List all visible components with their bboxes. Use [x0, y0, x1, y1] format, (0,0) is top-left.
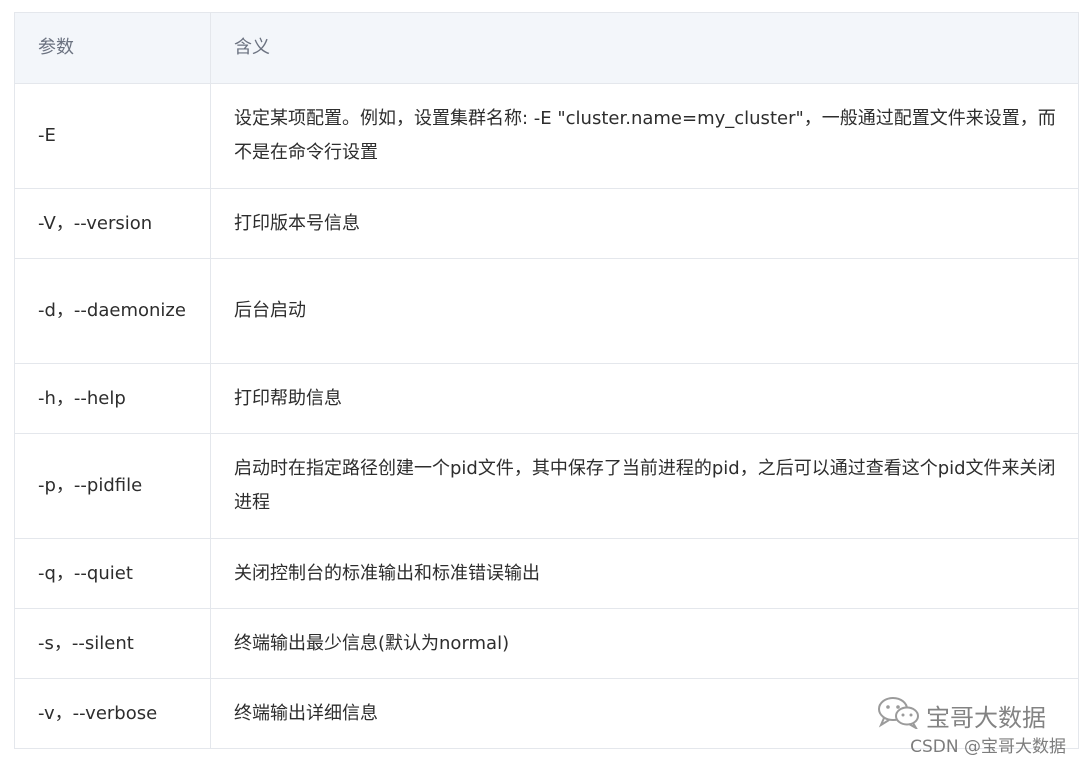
- param-cell: -q，--quiet: [14, 538, 211, 609]
- param-cell: -v，--verbose: [14, 678, 211, 749]
- wechat-icon: [876, 695, 926, 735]
- table-row: -V，--version 打印版本号信息: [14, 188, 1079, 259]
- table-row: -q，--quiet 关闭控制台的标准输出和标准错误输出: [14, 538, 1079, 609]
- param-cell: -V，--version: [14, 188, 211, 259]
- table-header-row: 参数 含义: [14, 12, 1079, 84]
- wechat-watermark: 宝哥大数据: [876, 697, 1046, 733]
- param-cell: -s，--silent: [14, 608, 211, 679]
- param-table-container: 参数 含义 -E 设定某项配置。例如，设置集群名称: -E "cluster.n…: [14, 12, 1079, 749]
- table-row: -E 设定某项配置。例如，设置集群名称: -E "cluster.name=my…: [14, 83, 1079, 189]
- table-row: -d，--daemonize 后台启动: [14, 258, 1079, 364]
- watermark-account: 宝哥大数据: [926, 703, 1046, 732]
- param-cell: -d，--daemonize: [14, 258, 211, 364]
- meaning-cell: 关闭控制台的标准输出和标准错误输出: [210, 538, 1079, 609]
- meaning-cell: 启动时在指定路径创建一个pid文件，其中保存了当前进程的pid，之后可以通过查看…: [210, 433, 1079, 539]
- meaning-cell: 终端输出最少信息(默认为normal): [210, 608, 1079, 679]
- param-cell: -h，--help: [14, 363, 211, 434]
- param-cell: -E: [14, 83, 211, 189]
- table-row: -p，--pidfile 启动时在指定路径创建一个pid文件，其中保存了当前进程…: [14, 433, 1079, 539]
- meaning-cell: 打印版本号信息: [210, 188, 1079, 259]
- meaning-cell: 后台启动: [210, 258, 1079, 364]
- header-meaning: 含义: [210, 12, 1079, 84]
- header-param: 参数: [14, 12, 211, 84]
- csdn-watermark: CSDN @宝哥大数据: [910, 737, 1066, 757]
- table-row: -s，--silent 终端输出最少信息(默认为normal): [14, 608, 1079, 679]
- meaning-cell: 打印帮助信息: [210, 363, 1079, 434]
- meaning-cell: 设定某项配置。例如，设置集群名称: -E "cluster.name=my_cl…: [210, 83, 1079, 189]
- table-row: -h，--help 打印帮助信息: [14, 363, 1079, 434]
- param-table: 参数 含义 -E 设定某项配置。例如，设置集群名称: -E "cluster.n…: [14, 12, 1079, 749]
- param-cell: -p，--pidfile: [14, 433, 211, 539]
